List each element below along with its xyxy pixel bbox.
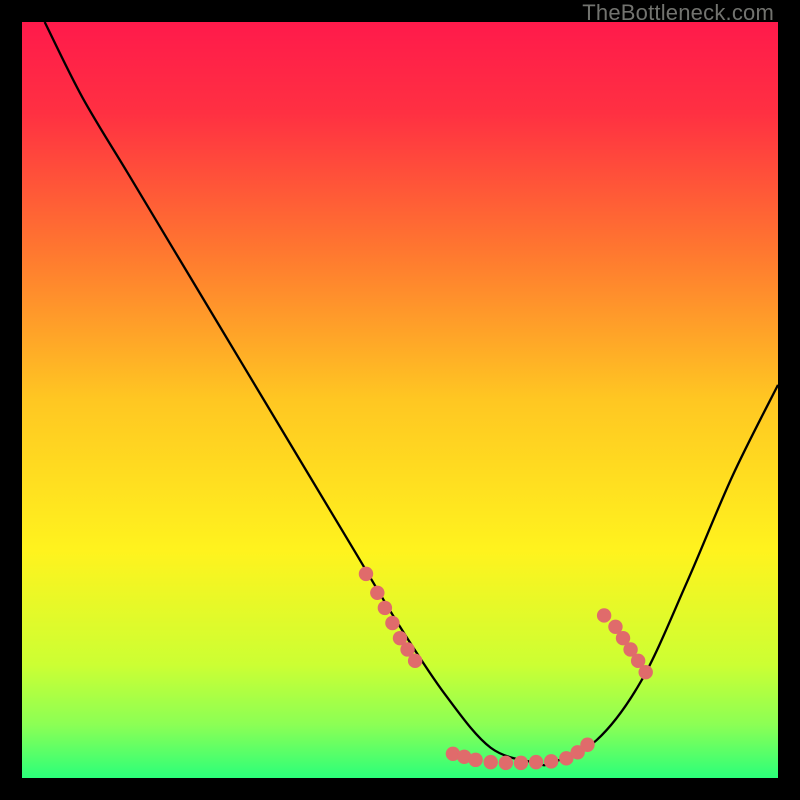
highlight-dot [639,665,653,679]
highlight-dot [385,616,399,630]
highlight-dot [514,756,528,770]
highlight-dot [359,567,373,581]
highlight-dot [544,754,558,768]
highlight-dot [378,601,392,615]
highlight-dot [468,753,482,767]
highlight-dot [597,608,611,622]
bottleneck-chart [22,22,778,778]
highlight-dot [529,755,543,769]
highlight-dot [408,654,422,668]
highlight-dot [370,586,384,600]
highlight-dot [580,738,594,752]
highlight-dot [499,756,513,770]
watermark-text: TheBottleneck.com [582,0,774,26]
gradient-background [22,22,778,778]
highlight-dot [484,755,498,769]
